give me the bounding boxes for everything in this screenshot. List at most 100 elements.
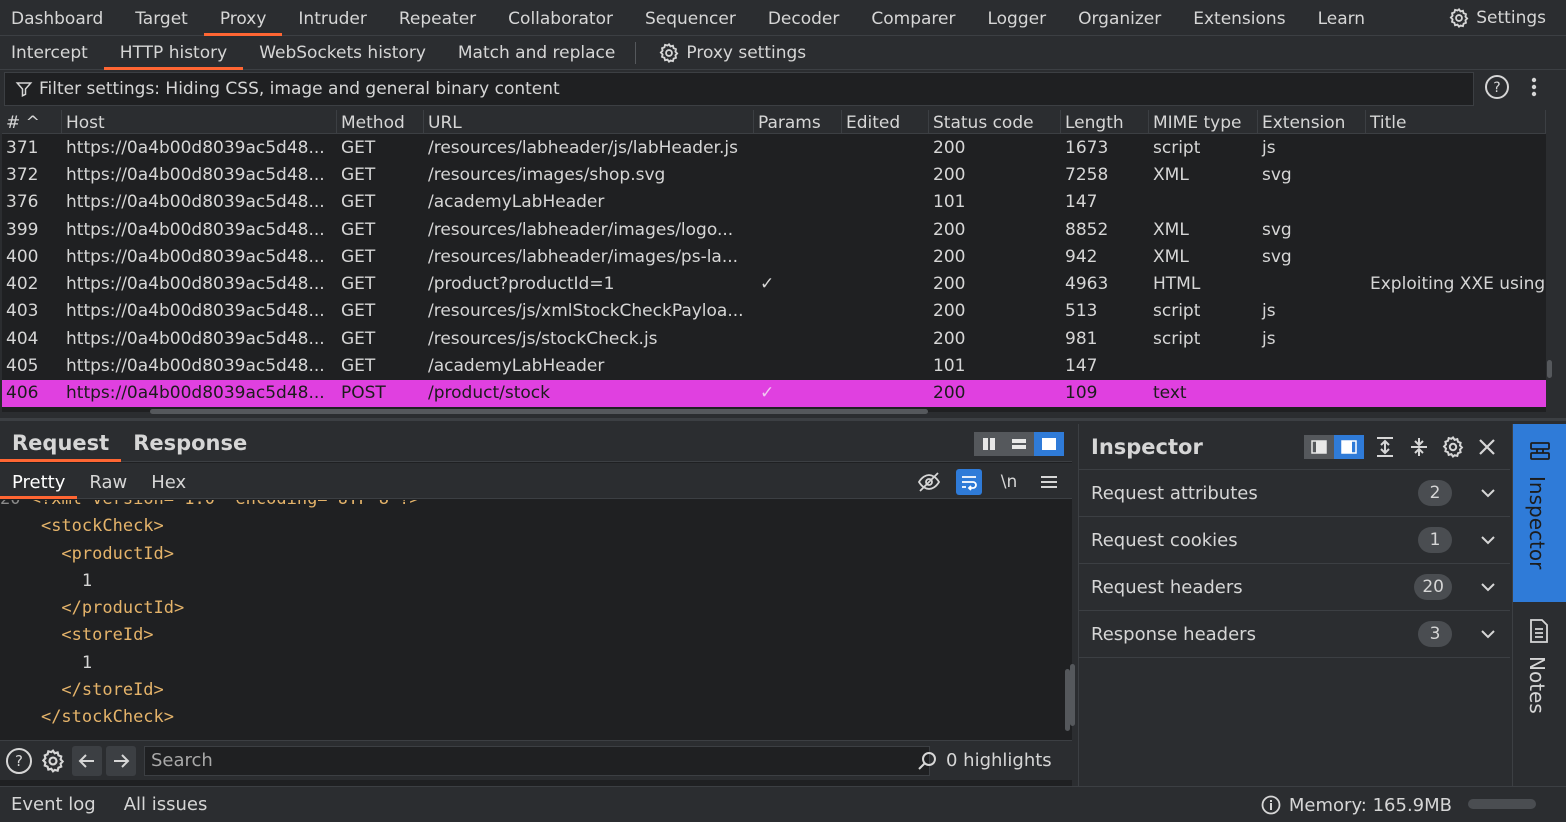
nav-comparer[interactable]: Comparer bbox=[855, 0, 971, 36]
memory-bar[interactable] bbox=[1468, 799, 1536, 809]
row-number: 371 bbox=[6, 137, 39, 158]
search-icon[interactable] bbox=[914, 746, 940, 776]
tabbed-view-toggle[interactable] bbox=[1034, 432, 1064, 456]
filter-settings-bar[interactable]: Filter settings: Hiding CSS, image and g… bbox=[4, 72, 1474, 106]
tab-raw[interactable]: Raw bbox=[77, 463, 139, 499]
code-line: <stockCheck> bbox=[0, 513, 1062, 540]
pane-splitter[interactable] bbox=[0, 418, 1566, 421]
column-header-title[interactable]: Title bbox=[1366, 110, 1546, 134]
settings-button[interactable]: Settings bbox=[1448, 0, 1546, 36]
help-icon[interactable]: ? bbox=[4, 746, 34, 776]
row-host: https://0a4b00d8039ac5d48... bbox=[66, 328, 325, 349]
tab-websockets-history[interactable]: WebSockets history bbox=[243, 36, 442, 70]
column-header-mime-type[interactable]: MIME type bbox=[1149, 110, 1258, 134]
nav-repeater[interactable]: Repeater bbox=[383, 0, 492, 36]
split-horizontal-toggle[interactable] bbox=[1004, 432, 1034, 456]
nav-sequencer[interactable]: Sequencer bbox=[629, 0, 752, 36]
column-header-host[interactable]: Host bbox=[62, 110, 337, 134]
gear-icon[interactable] bbox=[1440, 434, 1466, 460]
nav-target[interactable]: Target bbox=[119, 0, 204, 36]
hide-nonprinting-icon[interactable] bbox=[916, 469, 942, 495]
request-body-editor[interactable]: 20 <?xml version="1.0" encoding="UTF-8"?… bbox=[0, 500, 1062, 732]
inspector-layout-right-toggle[interactable] bbox=[1334, 435, 1364, 459]
nav-logger[interactable]: Logger bbox=[971, 0, 1062, 36]
table-row[interactable]: 405 https://0a4b00d8039ac5d48... GET/acade… bbox=[2, 352, 1546, 379]
gear-icon[interactable] bbox=[38, 746, 68, 776]
column-header-method[interactable]: Method bbox=[337, 110, 424, 134]
proxy-settings-button[interactable]: Proxy settings bbox=[640, 42, 806, 64]
inspector-section-request-attributes[interactable]: Request attributes 2 bbox=[1079, 470, 1510, 517]
row-length: 942 bbox=[1065, 246, 1098, 267]
table-row[interactable]: 372 https://0a4b00d8039ac5d48... GET/resou… bbox=[2, 161, 1546, 188]
column-header-length[interactable]: Length bbox=[1061, 110, 1149, 134]
svg-text:?: ? bbox=[15, 752, 23, 770]
table-row[interactable]: 406 https://0a4b00d8039ac5d48... POST/prod… bbox=[2, 379, 1546, 407]
tab-hex[interactable]: Hex bbox=[139, 463, 198, 499]
side-tab-notes[interactable]: Notes bbox=[1513, 608, 1566, 758]
column-header-url[interactable]: URL bbox=[424, 110, 754, 134]
xml-tag: <productId> bbox=[61, 543, 175, 564]
table-row[interactable]: 404 https://0a4b00d8039ac5d48... GET/resou… bbox=[2, 325, 1546, 352]
table-row[interactable]: 403 https://0a4b00d8039ac5d48... GET/resou… bbox=[2, 298, 1546, 325]
editor-scrollbar-right[interactable] bbox=[1070, 664, 1075, 726]
previous-match-button[interactable] bbox=[72, 745, 102, 776]
column-header-status-code[interactable]: Status code bbox=[929, 110, 1061, 134]
row-mime: HTML bbox=[1153, 274, 1201, 295]
inspector-icon bbox=[1528, 440, 1552, 462]
more-options-icon[interactable] bbox=[1524, 74, 1544, 100]
collapse-all-icon[interactable] bbox=[1406, 434, 1432, 460]
next-match-button[interactable] bbox=[106, 745, 136, 776]
tab-request[interactable]: Request bbox=[0, 424, 122, 462]
nav-learn[interactable]: Learn bbox=[1302, 0, 1382, 36]
row-url: /product/stock bbox=[428, 383, 550, 404]
tab-match-and-replace[interactable]: Match and replace bbox=[442, 36, 631, 70]
show-newlines-button[interactable]: \n bbox=[996, 469, 1022, 495]
inspector-layout-left-toggle[interactable] bbox=[1304, 435, 1334, 459]
row-url: /resources/js/stockCheck.js bbox=[428, 328, 658, 349]
inspector-section-request-headers[interactable]: Request headers 20 bbox=[1079, 564, 1510, 611]
row-host: https://0a4b00d8039ac5d48... bbox=[66, 219, 325, 240]
table-row[interactable]: 371 https://0a4b00d8039ac5d48... GET/resou… bbox=[2, 134, 1546, 161]
split-vertical-toggle[interactable] bbox=[974, 432, 1004, 456]
table-row[interactable]: 376 https://0a4b00d8039ac5d48... GET/acade… bbox=[2, 189, 1546, 216]
column-header-extension[interactable]: Extension bbox=[1258, 110, 1366, 134]
row-length: 981 bbox=[1065, 328, 1098, 349]
column-header-edited[interactable]: Edited bbox=[842, 110, 929, 134]
row-url: /resources/images/shop.svg bbox=[428, 164, 666, 185]
column-header-number[interactable]: # ^ bbox=[2, 110, 62, 134]
row-status: 101 bbox=[933, 356, 966, 377]
search-input[interactable] bbox=[144, 745, 930, 776]
nav-intruder[interactable]: Intruder bbox=[282, 0, 382, 36]
close-icon[interactable] bbox=[1474, 434, 1500, 460]
inspector-section-request-cookies[interactable]: Request cookies 1 bbox=[1079, 517, 1510, 564]
nav-collaborator[interactable]: Collaborator bbox=[492, 0, 629, 36]
tab-intercept[interactable]: Intercept bbox=[0, 36, 104, 70]
word-wrap-icon[interactable] bbox=[956, 469, 982, 495]
expand-all-icon[interactable] bbox=[1372, 434, 1398, 460]
row-method: GET bbox=[341, 137, 376, 158]
horizontal-scrollbar[interactable] bbox=[150, 409, 928, 414]
side-tab-inspector[interactable]: Inspector bbox=[1513, 424, 1566, 602]
section-label: Request attributes bbox=[1091, 482, 1258, 504]
help-icon[interactable]: ? bbox=[1484, 74, 1510, 100]
tab-pretty[interactable]: Pretty bbox=[0, 463, 78, 499]
table-row[interactable]: 400 https://0a4b00d8039ac5d48... GET/resou… bbox=[2, 243, 1546, 270]
column-header-params[interactable]: Params bbox=[754, 110, 842, 134]
event-log-button[interactable]: Event log bbox=[0, 794, 110, 815]
inspector-section-response-headers[interactable]: Response headers 3 bbox=[1079, 611, 1510, 658]
tab-http-history[interactable]: HTTP history bbox=[103, 36, 244, 70]
table-row[interactable]: 402 https://0a4b00d8039ac5d48... GET/produ… bbox=[2, 270, 1546, 297]
nav-dashboard[interactable]: Dashboard bbox=[0, 0, 119, 36]
nav-extensions[interactable]: Extensions bbox=[1177, 0, 1301, 36]
menu-icon[interactable] bbox=[1036, 469, 1062, 495]
nav-decoder[interactable]: Decoder bbox=[752, 0, 856, 36]
vertical-scrollbar[interactable] bbox=[1547, 360, 1552, 378]
xml-tag: </stockCheck> bbox=[40, 707, 175, 728]
table-row[interactable]: 399 https://0a4b00d8039ac5d48... GET/resou… bbox=[2, 216, 1546, 243]
tab-response[interactable]: Response bbox=[121, 424, 259, 462]
nav-proxy[interactable]: Proxy bbox=[203, 0, 283, 36]
all-issues-button[interactable]: All issues bbox=[110, 794, 222, 815]
nav-organizer[interactable]: Organizer bbox=[1062, 0, 1177, 36]
notes-icon bbox=[1528, 618, 1550, 644]
row-number: 372 bbox=[6, 164, 39, 185]
